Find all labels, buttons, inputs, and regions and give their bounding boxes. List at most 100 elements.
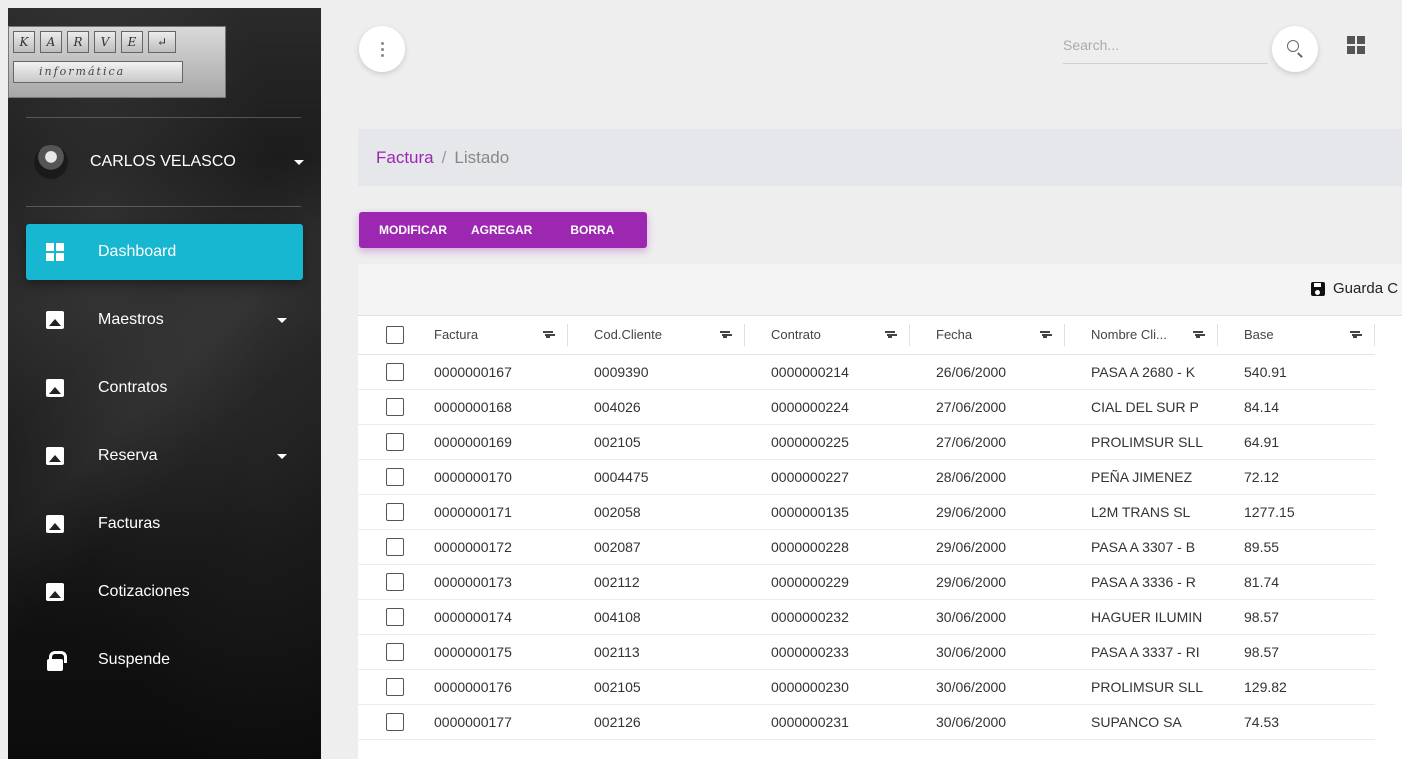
column-header-factura[interactable]: Factura [434,327,478,342]
table-row[interactable]: 0000000172 002087 0000000228 29/06/2000 PASA… [358,529,1375,565]
column-header-fecha[interactable]: Fecha [936,327,972,342]
image-icon [46,515,64,533]
borra-button[interactable]: BORRA [570,223,614,237]
sidebar-item-label: Dashboard [98,243,177,260]
table-cell: 002112 [568,564,745,600]
action-button-group: MODIFICAR AGREGAR BORRA [359,212,647,248]
table-cell: 89.55 [1218,529,1375,565]
table-cell: 0000000231 [745,704,910,740]
table-cell: 0000000167 [408,354,568,390]
table-row[interactable]: 0000000175 002113 0000000233 30/06/2000 PASA… [358,634,1375,670]
sidebar-item-label: Suspende [98,651,171,668]
table-cell: 0000000168 [408,389,568,425]
table-cell: 72.12 [1218,459,1375,495]
grid-toolbar: Guarda C [358,264,1402,316]
table-cell: 0000000176 [408,669,568,705]
table-cell: 29/06/2000 [910,529,1065,565]
filter-icon[interactable] [1193,331,1203,338]
breadcrumb-separator: / [441,147,447,167]
table-cell: 0000000172 [408,529,568,565]
table-row[interactable]: 0000000176 002105 0000000230 30/06/2000 PROL… [358,669,1375,705]
table-cell: 74.53 [1218,704,1375,740]
filter-icon[interactable] [885,331,895,338]
table-cell: 0000000171 [408,494,568,530]
sidebar-item-suspende[interactable]: Suspende [26,632,303,688]
table-cell: 0004475 [568,459,745,495]
row-checkbox[interactable] [386,502,404,521]
image-icon [46,447,64,465]
table-cell: 29/06/2000 [910,494,1065,530]
caret-down-icon [277,317,287,323]
dot [380,47,384,51]
table-row[interactable]: 0000000177 002126 0000000231 30/06/2000 SUPA… [358,704,1375,740]
row-checkbox[interactable] [386,677,404,696]
table-row[interactable]: 0000000174 004108 0000000232 30/06/2000 HAGU… [358,599,1375,635]
user-name: CARLOS VELASCO [90,153,236,170]
filter-icon[interactable] [720,331,730,338]
sidebar-item-dashboard[interactable]: Dashboard [26,224,303,280]
search-button[interactable] [1272,26,1318,72]
table-row[interactable]: 0000000168 004026 0000000224 27/06/2000 CIAL… [358,389,1375,425]
filter-icon[interactable] [1040,331,1050,338]
table-cell: L2M TRANS SL [1065,494,1218,530]
sidebar-item-reserva[interactable]: Reserva [26,428,303,484]
sidebar-item-label: Cotizaciones [98,583,190,600]
sidebar-item-cotizaciones[interactable]: Cotizaciones [26,564,303,620]
agregar-button[interactable]: AGREGAR [471,223,532,237]
table-cell: PEÑA JIMENEZ [1065,459,1218,495]
search-input[interactable] [1063,26,1268,64]
table-cell: 27/06/2000 [910,424,1065,460]
table-row[interactable]: 0000000171 002058 0000000135 29/06/2000 L2M … [358,494,1375,530]
sidebar-item-contratos[interactable]: Contratos [26,360,303,416]
divider [26,117,301,118]
row-checkbox[interactable] [386,642,404,661]
save-button[interactable]: Guarda C [1311,280,1398,297]
logo-subtitle: informática [13,61,183,83]
filter-icon[interactable] [543,331,553,338]
row-checkbox[interactable] [386,362,404,381]
dot [380,41,384,45]
row-checkbox[interactable] [386,432,404,451]
row-checkbox[interactable] [386,712,404,731]
user-menu[interactable]: CARLOS VELASCO [34,140,304,184]
table-cell: 30/06/2000 [910,669,1065,705]
dashboard-icon[interactable] [1347,36,1365,54]
table-body: 0000000167 0009390 0000000214 26/06/2000 PAS… [358,354,1375,740]
image-icon [46,379,64,397]
table-cell: 002087 [568,529,745,565]
image-icon [46,583,64,601]
row-checkbox[interactable] [386,397,404,416]
table-cell: 0000000229 [745,564,910,600]
table-row[interactable]: 0000000169 002105 0000000225 27/06/2000 PROL… [358,424,1375,460]
table-cell: 0000000228 [745,529,910,565]
table-cell: 0000000233 [745,634,910,670]
logo-key: V [94,31,116,53]
breadcrumb-link-factura[interactable]: Factura [376,148,434,168]
table-cell: 129.82 [1218,669,1375,705]
search-icon [1287,40,1299,52]
column-header-nombre-cliente[interactable]: Nombre Cli... [1091,327,1167,342]
column-header-base[interactable]: Base [1244,327,1274,342]
table-cell: 29/06/2000 [910,564,1065,600]
sidebar-item-maestros[interactable]: Maestros [26,292,303,348]
table-row[interactable]: 0000000173 002112 0000000229 29/06/2000 PASA… [358,564,1375,600]
row-checkbox[interactable] [386,467,404,486]
row-checkbox[interactable] [386,537,404,556]
column-header-contrato[interactable]: Contrato [771,327,821,342]
table-row[interactable]: 0000000167 0009390 0000000214 26/06/2000 PAS… [358,354,1375,390]
sidebar-nav: Dashboard Maestros Contratos Reserva Fac… [26,224,303,700]
sidebar-item-facturas[interactable]: Facturas [26,496,303,552]
invoice-table: Factura Cod.Cliente Contrato Fecha Nombr… [358,316,1375,740]
row-checkbox[interactable] [386,607,404,626]
row-checkbox[interactable] [386,572,404,591]
filter-icon[interactable] [1350,331,1360,338]
modificar-button[interactable]: MODIFICAR [379,223,447,237]
lock-icon [46,651,67,671]
select-all-checkbox[interactable] [386,325,404,344]
table-row[interactable]: 0000000170 0004475 0000000227 28/06/2000 PEÑ… [358,459,1375,495]
table-cell: 002105 [568,424,745,460]
more-options-button[interactable] [359,26,405,72]
column-header-cod-cliente[interactable]: Cod.Cliente [594,327,662,342]
table-cell: 0000000232 [745,599,910,635]
logo-key: R [67,31,89,53]
